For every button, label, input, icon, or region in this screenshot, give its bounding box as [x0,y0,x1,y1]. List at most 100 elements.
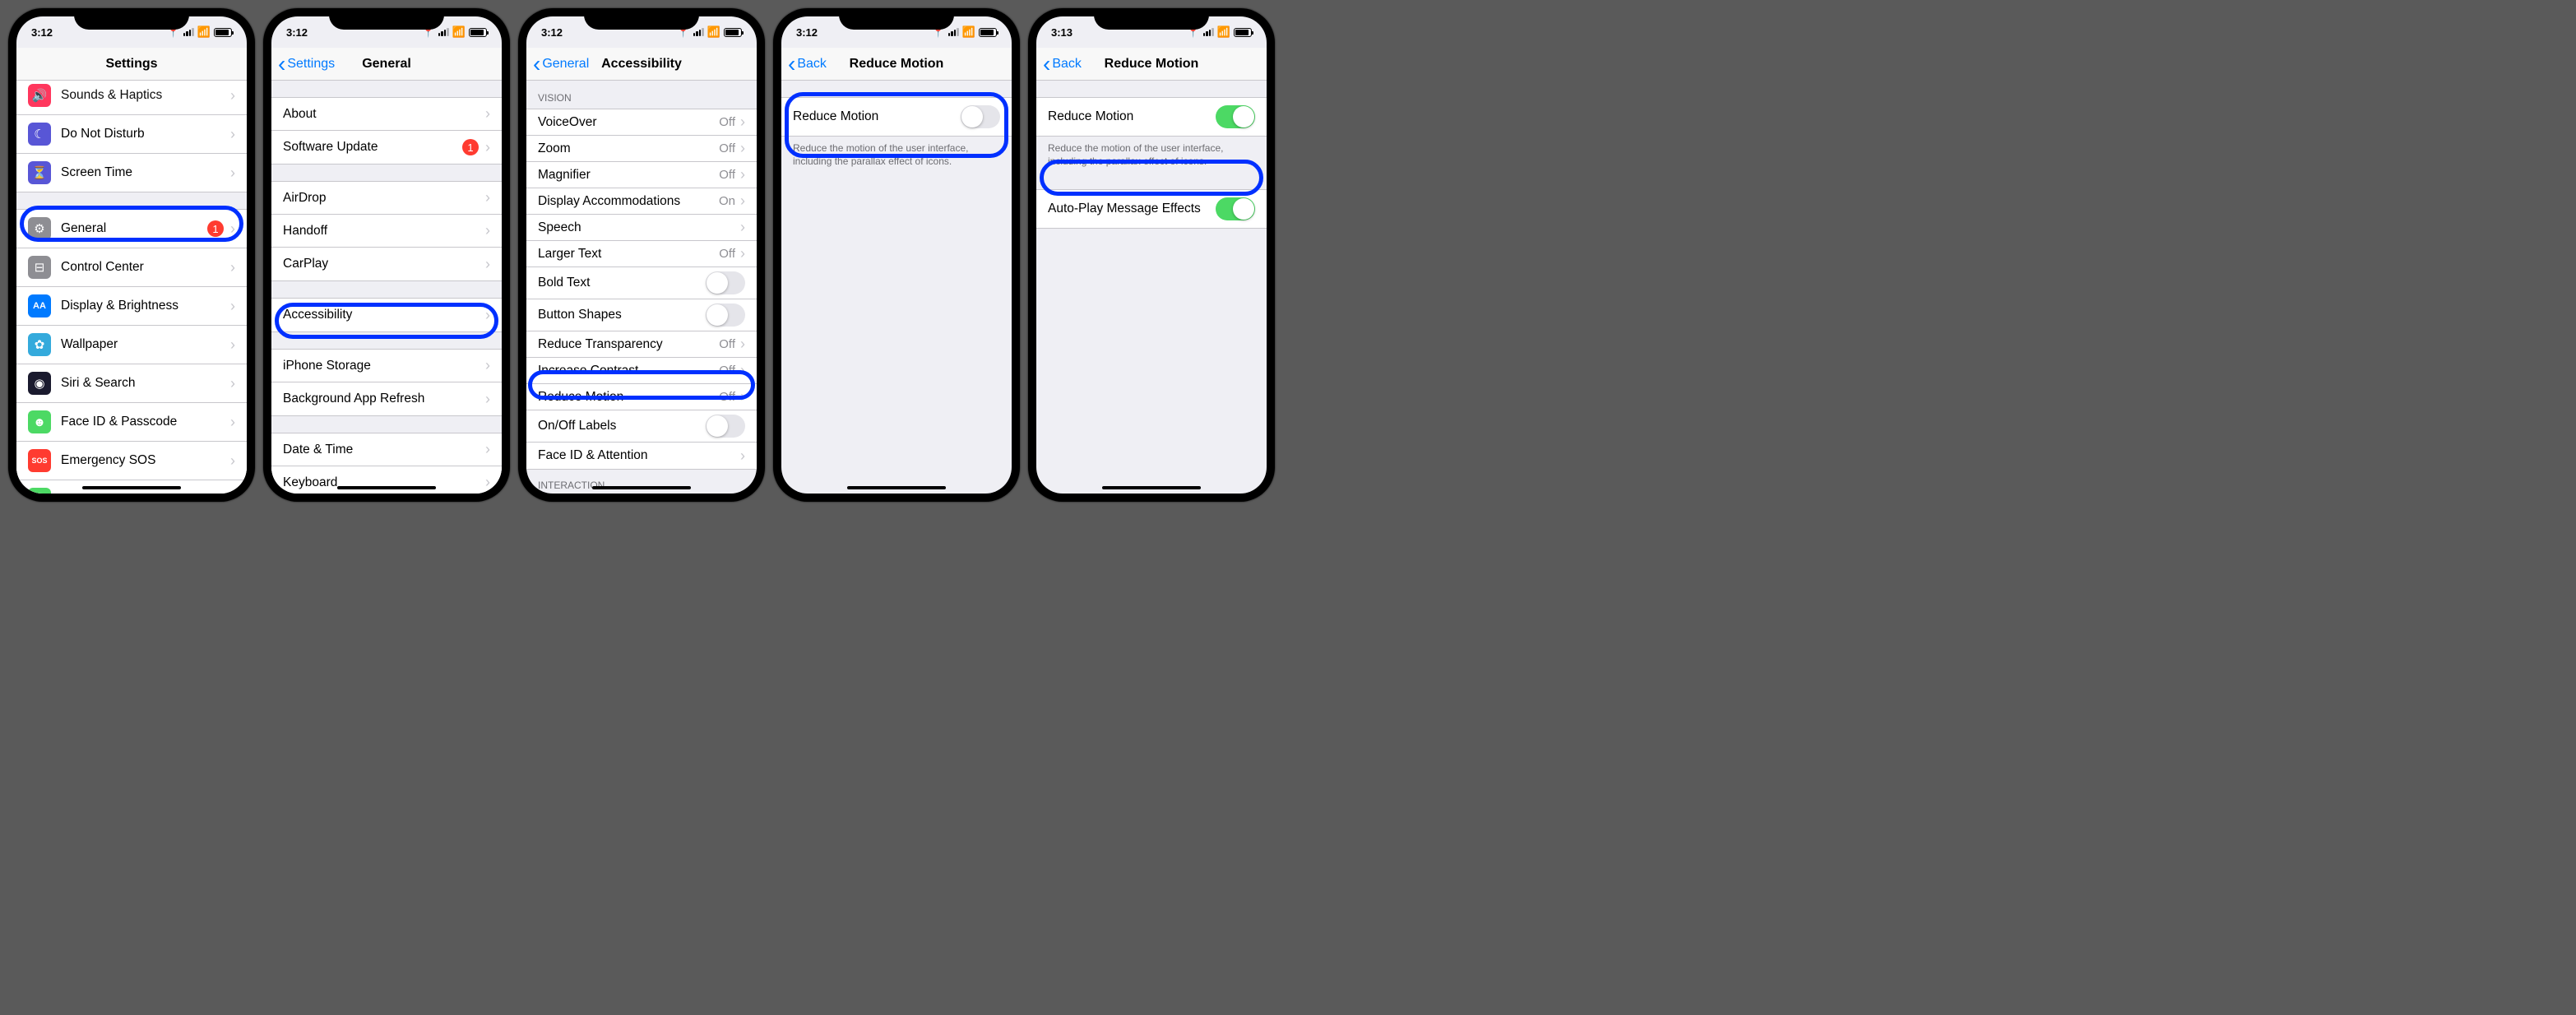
home-indicator[interactable] [1102,486,1201,489]
text-size-icon: AA [28,294,51,317]
sos-icon: SOS [28,449,51,472]
toggle-bold[interactable] [706,271,745,294]
status-time: 3:12 [31,26,53,39]
chevron-icon: › [740,192,745,210]
wifi-icon: 📶 [962,25,975,39]
nav-bar: Settings [16,48,247,81]
toggle-reduce-motion[interactable] [961,105,1000,128]
row-larger-text[interactable]: Larger TextOff› [526,241,757,267]
row-sos[interactable]: SOSEmergency SOS› [16,442,247,480]
row-airdrop[interactable]: AirDrop› [271,182,502,215]
home-indicator[interactable] [82,486,181,489]
chevron-icon: › [740,388,745,406]
row-screentime[interactable]: ⏳Screen Time› [16,154,247,192]
chevron-icon: › [485,189,490,206]
signal-icon [1203,28,1214,36]
row-bold-text[interactable]: Bold Text [526,267,757,299]
autoplay-group: Auto-Play Message Effects [1036,189,1267,229]
chevron-icon: › [740,362,745,379]
nav-bar: Back Reduce Motion [781,48,1012,81]
general-group-accessibility: Accessibility› [271,298,502,332]
chevron-icon: › [230,126,235,143]
general-group-about: About› Software Update1› [271,97,502,165]
row-onoff-labels[interactable]: On/Off Labels [526,410,757,443]
toggle-reduce-motion[interactable] [1216,105,1255,128]
row-reduce-motion[interactable]: Reduce MotionOff› [526,384,757,410]
rm-group: Reduce Motion [1036,97,1267,137]
signal-icon [693,28,704,36]
battery-icon [469,28,487,37]
row-dnd[interactable]: ☾Do Not Disturb› [16,115,247,154]
settings-group-1: 🔊Sounds & Haptics› ☾Do Not Disturb› ⏳Scr… [16,81,247,192]
row-autoplay[interactable]: Auto-Play Message Effects [1036,190,1267,228]
notch [584,8,699,30]
battery-icon [724,28,742,37]
vision-header: Vision [526,81,757,109]
toggle-labels[interactable] [706,415,745,438]
signal-icon [183,28,194,36]
general-group-airdrop: AirDrop› Handoff› CarPlay› [271,181,502,281]
nav-bar: Settings General [271,48,502,81]
row-handoff[interactable]: Handoff› [271,215,502,248]
row-date[interactable]: Date & Time› [271,433,502,466]
chevron-icon: › [230,87,235,104]
row-speech[interactable]: Speech› [526,215,757,241]
row-magnifier[interactable]: MagnifierOff› [526,162,757,188]
chevron-icon: › [230,259,235,276]
row-reduce-motion-toggle[interactable]: Reduce Motion [1036,98,1267,136]
chevron-icon: › [230,165,235,182]
row-reduce-trans[interactable]: Reduce TransparencyOff› [526,331,757,358]
chevron-icon: › [485,391,490,408]
page-title: Settings [105,57,157,72]
row-faceid[interactable]: ☻Face ID & Passcode› [16,403,247,442]
chevron-icon: › [230,298,235,315]
phone-reduce-motion-off: 3:12 📍📶 Back Reduce Motion Reduce Motion… [773,8,1020,502]
home-indicator[interactable] [592,486,691,489]
chevron-icon: › [230,491,235,494]
row-keyboard[interactable]: Keyboard› [271,466,502,494]
badge: 1 [462,139,479,155]
row-general[interactable]: ⚙General1› [16,210,247,248]
row-refresh[interactable]: Background App Refresh› [271,382,502,415]
status-time: 3:12 [796,26,818,39]
row-storage[interactable]: iPhone Storage› [271,350,502,382]
row-carplay[interactable]: CarPlay› [271,248,502,280]
home-indicator[interactable] [847,486,946,489]
back-button[interactable]: General [533,57,589,72]
row-increase-contrast[interactable]: Increase ContrastOff› [526,358,757,384]
row-button-shapes[interactable]: Button Shapes [526,299,757,331]
vision-group: VoiceOverOff› ZoomOff› MagnifierOff› Dis… [526,109,757,470]
chevron-icon: › [485,105,490,123]
battery-icon [979,28,997,37]
notch [329,8,444,30]
chevron-icon: › [740,336,745,353]
row-about[interactable]: About› [271,98,502,131]
back-button[interactable]: Back [788,57,827,72]
chevron-icon: › [740,447,745,465]
row-software-update[interactable]: Software Update1› [271,131,502,164]
row-wallpaper[interactable]: ✿Wallpaper› [16,326,247,364]
row-voiceover[interactable]: VoiceOverOff› [526,109,757,136]
row-control-center[interactable]: ⊟Control Center› [16,248,247,287]
row-display[interactable]: AADisplay & Brightness› [16,287,247,326]
row-sounds[interactable]: 🔊Sounds & Haptics› [16,81,247,115]
row-faceid-attention[interactable]: Face ID & Attention› [526,443,757,469]
row-display-accom[interactable]: Display AccommodationsOn› [526,188,757,215]
row-reduce-motion-toggle[interactable]: Reduce Motion [781,98,1012,136]
row-accessibility[interactable]: Accessibility› [271,299,502,331]
chevron-icon: › [740,114,745,131]
phone-reduce-motion-on: 3:13 📍📶 Back Reduce Motion Reduce Motion… [1028,8,1275,502]
chevron-icon: › [485,357,490,374]
chevron-icon: › [485,256,490,273]
row-zoom[interactable]: ZoomOff› [526,136,757,162]
siri-icon: ◉ [28,372,51,395]
toggle-shapes[interactable] [706,304,745,327]
row-siri[interactable]: ◉Siri & Search› [16,364,247,403]
footer-text: Reduce the motion of the user interface,… [1036,137,1267,173]
back-button[interactable]: Settings [278,57,335,72]
battery-row-icon: ▬ [28,488,51,494]
toggle-autoplay[interactable] [1216,197,1255,220]
back-button[interactable]: Back [1043,57,1082,72]
home-indicator[interactable] [337,486,436,489]
phone-settings: 3:12 📍 📶 Settings 🔊Sounds & Haptics› ☾Do… [8,8,255,502]
